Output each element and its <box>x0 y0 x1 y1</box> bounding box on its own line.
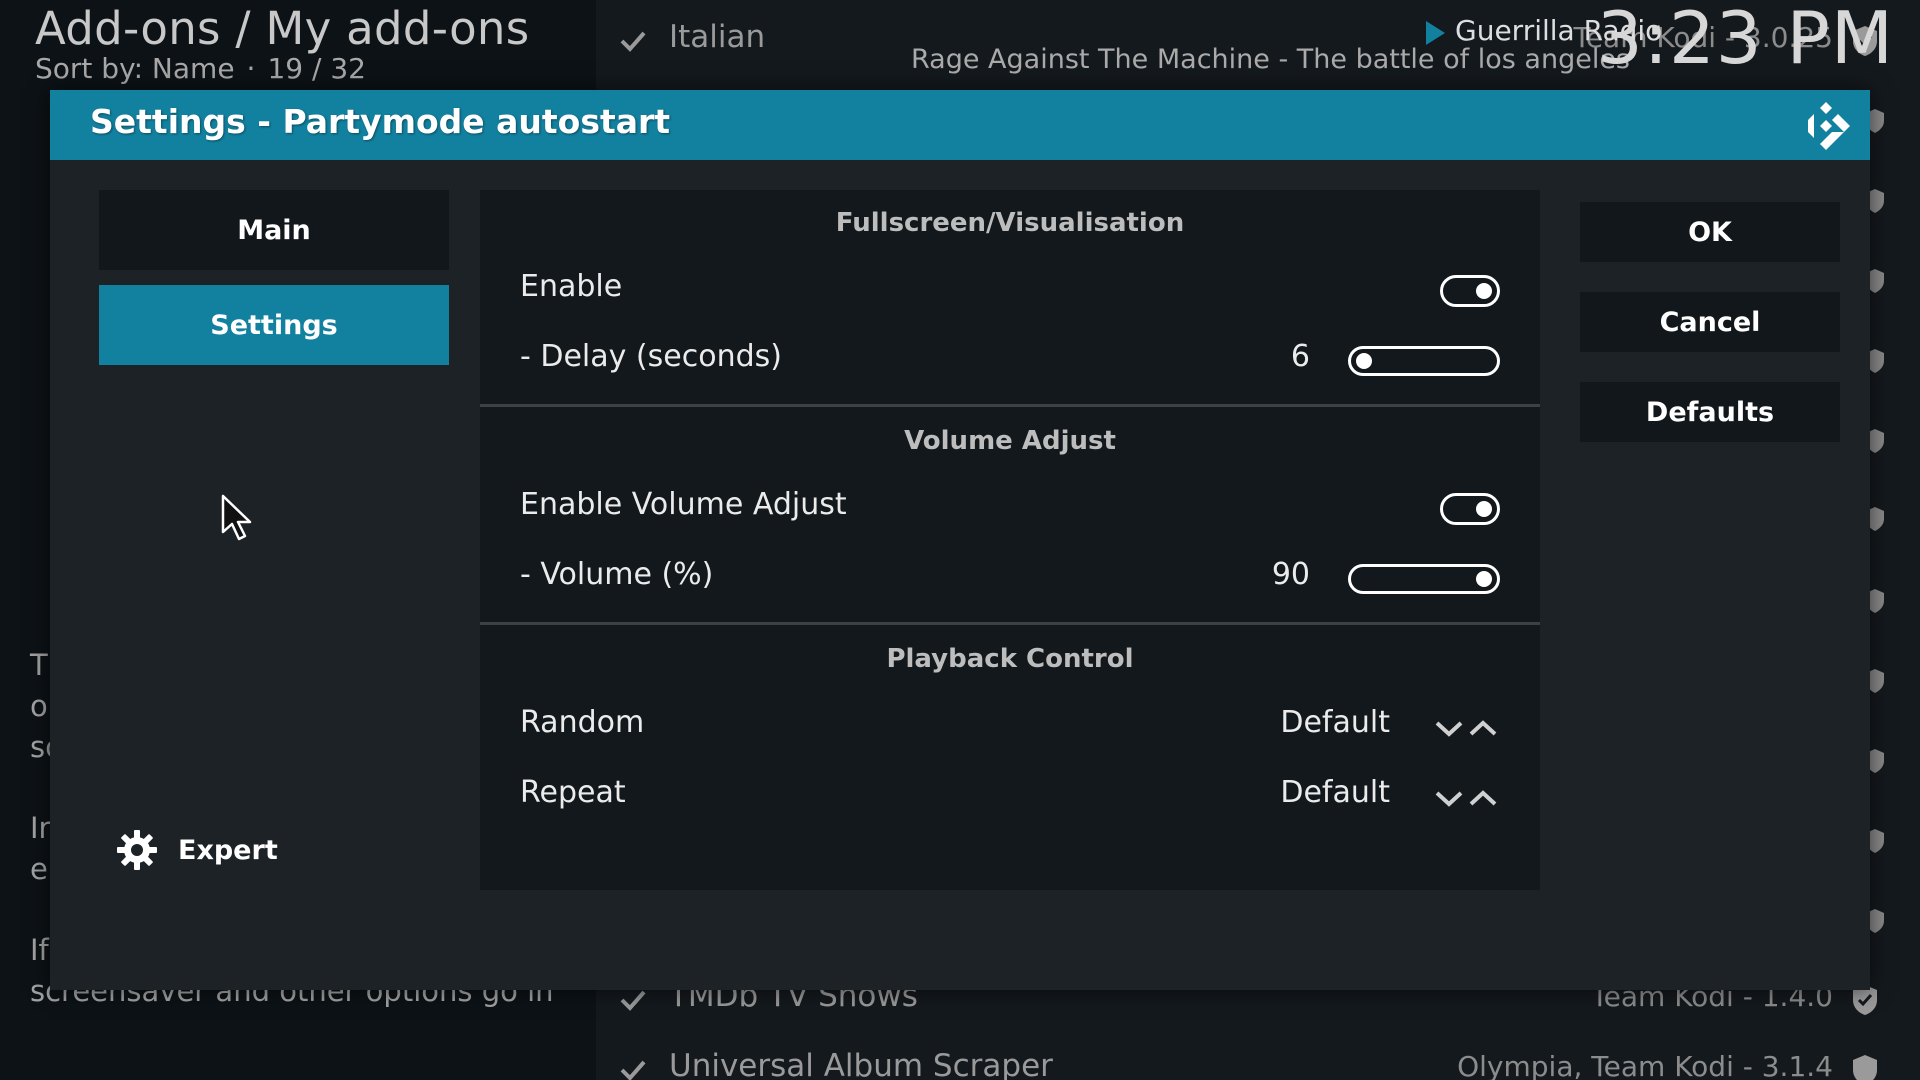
slider-knob <box>1476 571 1492 587</box>
kodi-screen: Add-ons / My add-ons Sort by: Name · 19 / … <box>0 0 1920 1080</box>
setting-repeat[interactable]: Repeat Default <box>480 761 1540 831</box>
delay-slider[interactable] <box>1348 346 1500 376</box>
sort-info: Sort by: Name · 19 / 32 <box>35 52 366 85</box>
volume-value: 90 <box>1271 557 1310 592</box>
addon-meta: Olympia, Team Kodi - 3.1.4 <box>1457 1050 1833 1080</box>
defaults-button[interactable]: Defaults <box>1580 382 1840 442</box>
addon-name: Italian <box>669 19 766 55</box>
toggle-knob <box>1476 283 1492 299</box>
dialog-title: Settings - Partymode autostart <box>90 102 671 141</box>
setting-enable[interactable]: Enable <box>480 255 1540 325</box>
cancel-button[interactable]: Cancel <box>1580 292 1840 352</box>
setting-label: - Delay (seconds) <box>520 339 782 374</box>
setting-volume[interactable]: - Volume (%) 90 <box>480 543 1540 613</box>
setting-delay[interactable]: - Delay (seconds) 6 <box>480 325 1540 395</box>
description-line: If <box>30 933 49 967</box>
check-icon <box>620 1060 646 1080</box>
setting-label: Enable <box>520 269 623 304</box>
slider-knob <box>1356 353 1372 369</box>
section-separator <box>480 404 1540 407</box>
setting-enable-volume-adjust[interactable]: Enable Volume Adjust <box>480 473 1540 543</box>
expert-level-button[interactable]: Expert <box>116 826 278 874</box>
toggle-knob <box>1476 501 1492 517</box>
section-title-fullscreen: Fullscreen/Visualisation <box>835 208 1185 238</box>
random-value: Default <box>1280 705 1390 740</box>
expert-label: Expert <box>178 834 278 866</box>
description-line: o <box>30 689 48 723</box>
dialog-header: Settings - Partymode autostart <box>50 90 1870 160</box>
section-separator <box>480 622 1540 625</box>
play-icon <box>1426 21 1445 45</box>
gear-icon <box>117 830 157 870</box>
sort-separator: · <box>246 52 256 85</box>
list-position: 19 / 32 <box>267 52 366 85</box>
kodi-logo-icon[interactable] <box>1800 100 1852 152</box>
mouse-pointer-icon <box>221 494 252 541</box>
enable-toggle[interactable] <box>1440 275 1500 307</box>
shield-icon <box>1853 1055 1877 1080</box>
section-title-playback: Playback Control <box>886 644 1134 674</box>
addon-name: Universal Album Scraper <box>669 1048 1053 1080</box>
breadcrumb-title: Add-ons / My add-ons <box>35 2 530 55</box>
check-icon <box>620 31 646 52</box>
description-line: Ir <box>30 811 51 845</box>
section-title-volume: Volume Adjust <box>904 426 1116 456</box>
setting-random[interactable]: Random Default <box>480 691 1540 761</box>
setting-label: - Volume (%) <box>520 557 714 592</box>
chevron-down-up-icon[interactable] <box>1434 717 1500 739</box>
now-playing-artist: Rage Against The Machine - The battle of… <box>911 44 1630 75</box>
settings-panel: Fullscreen/Visualisation Enable - Delay … <box>480 190 1540 890</box>
addon-list-item[interactable]: Universal Album Scraper Olympia, Team Ko… <box>596 1035 1920 1080</box>
chevron-down-up-icon[interactable] <box>1434 787 1500 809</box>
setting-label: Enable Volume Adjust <box>520 487 847 522</box>
clock: 3:23 PM <box>1596 0 1894 80</box>
settings-dialog: Settings - Partymode autostart Main Sett… <box>50 90 1870 990</box>
volume-slider[interactable] <box>1348 564 1500 594</box>
ok-button[interactable]: OK <box>1580 202 1840 262</box>
setting-label: Repeat <box>520 775 626 810</box>
sort-label: Sort by: Name <box>35 52 235 85</box>
category-main[interactable]: Main <box>99 190 449 270</box>
setting-label: Random <box>520 705 645 740</box>
repeat-value: Default <box>1280 775 1390 810</box>
category-settings[interactable]: Settings <box>99 285 449 365</box>
delay-value: 6 <box>1290 339 1310 374</box>
volume-adjust-toggle[interactable] <box>1440 493 1500 525</box>
